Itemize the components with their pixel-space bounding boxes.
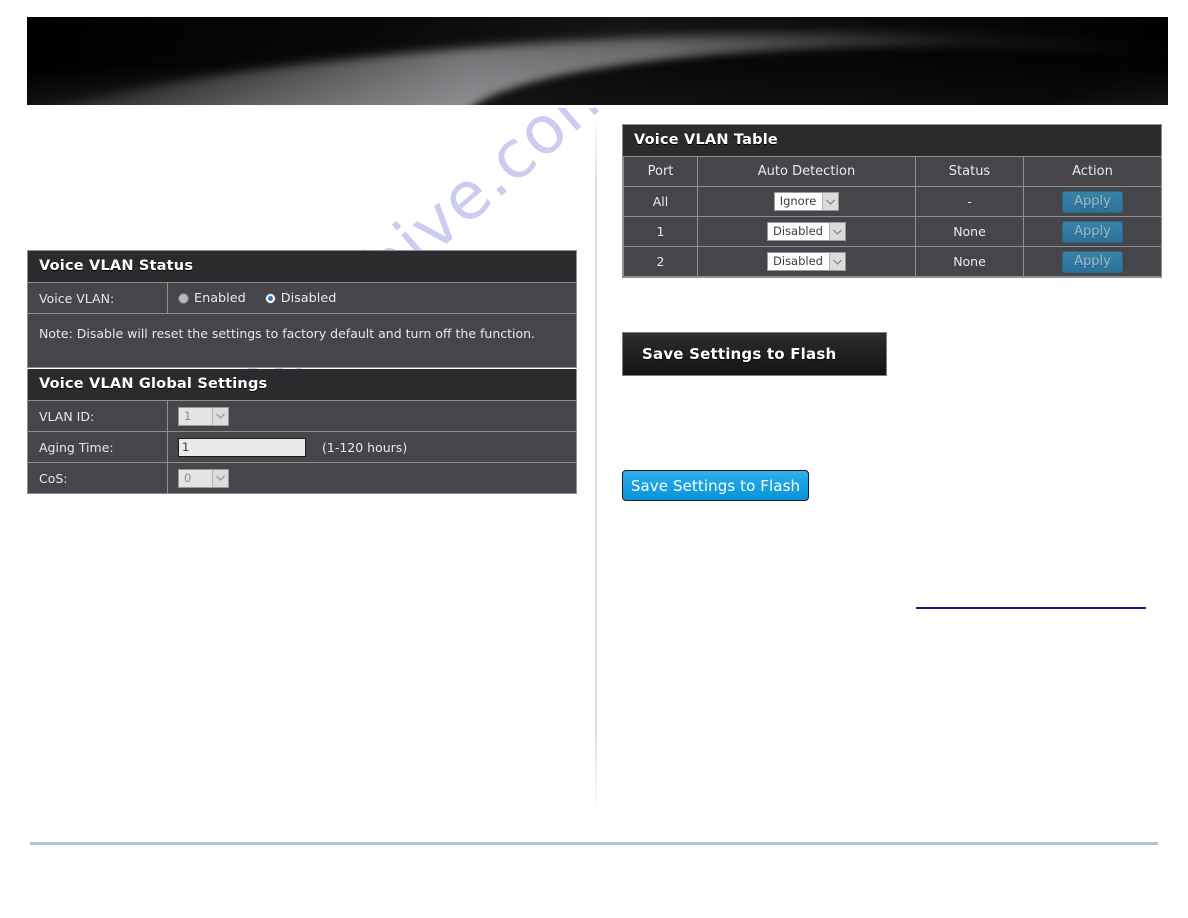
column-header-port: Port (623, 156, 698, 187)
vlan-id-label: VLAN ID: (28, 401, 168, 431)
voice-vlan-status-title: Voice VLAN Status (28, 251, 576, 282)
radio-disabled-label: Disabled (280, 290, 337, 306)
auto-detection-select-value: Ignore (779, 194, 817, 208)
apply-button[interactable]: Apply (1062, 220, 1123, 243)
voice-vlan-row: Voice VLAN: Enabled Disabled (28, 282, 576, 313)
cell-port: 1 (623, 216, 698, 247)
voice-vlan-table-title: Voice VLAN Table (623, 125, 1161, 156)
voice-vlan-label: Voice VLAN: (28, 283, 168, 313)
product-banner (27, 17, 1168, 105)
cell-auto-detection: Disabled (697, 216, 916, 247)
cell-status: None (915, 246, 1024, 277)
chevron-down-icon[interactable] (828, 253, 845, 270)
link-underline-rule (916, 607, 1146, 609)
vlan-id-select[interactable]: 1 (178, 406, 229, 426)
cell-auto-detection: Disabled (697, 246, 916, 277)
voice-vlan-global-settings-title: Voice VLAN Global Settings (28, 369, 576, 400)
radio-enabled[interactable]: Enabled (178, 291, 246, 306)
cos-value: 0 (168, 464, 576, 493)
chevron-down-icon[interactable] (822, 193, 839, 210)
column-divider (595, 110, 597, 815)
vlan-id-select-value: 1 (184, 408, 192, 423)
cell-port: All (623, 186, 698, 217)
cell-status: - (915, 186, 1024, 217)
save-settings-to-flash-blue-button[interactable]: Save Settings to Flash (622, 470, 809, 501)
save-settings-to-flash-dark-label: Save Settings to Flash (642, 345, 837, 363)
chevron-down-icon[interactable] (828, 223, 845, 240)
page-root: manualshive.com Voice VLAN Status Voice … (0, 0, 1188, 918)
column-header-auto-detection: Auto Detection (697, 156, 916, 187)
voice-vlan-table: Port Auto Detection Status Action All Ig… (623, 156, 1162, 277)
auto-detection-select[interactable]: Ignore (773, 192, 840, 211)
auto-detection-select-value: Disabled (773, 254, 823, 268)
cos-row: CoS: 0 (28, 462, 576, 493)
auto-detection-select[interactable]: Disabled (767, 252, 846, 271)
apply-button[interactable]: Apply (1062, 190, 1123, 213)
voice-vlan-table-panel: Voice VLAN Table Port Auto Detection Sta… (622, 124, 1162, 278)
aging-time-value: (1-120 hours) (168, 433, 576, 462)
cell-action: Apply (1023, 186, 1162, 217)
voice-vlan-status-panel: Voice VLAN Status Voice VLAN: Enabled Di… (27, 250, 577, 368)
radio-disabled[interactable]: Disabled (264, 290, 337, 306)
column-header-status: Status (915, 156, 1024, 187)
cell-action: Apply (1023, 216, 1162, 247)
auto-detection-select[interactable]: Disabled (767, 222, 846, 241)
table-row: 2 Disabled None Apply (623, 246, 1162, 277)
cos-label: CoS: (28, 463, 168, 493)
aging-time-input[interactable] (178, 437, 306, 457)
cell-port: 2 (623, 246, 698, 277)
cell-auto-detection: Ignore (697, 186, 916, 217)
radio-enabled-label: Enabled (194, 290, 246, 306)
chevron-down-icon[interactable] (212, 469, 228, 487)
table-row: 1 Disabled None Apply (623, 216, 1162, 247)
aging-time-row: Aging Time: (1-120 hours) (28, 431, 576, 462)
cell-action: Apply (1023, 246, 1162, 277)
voice-vlan-note: Note: Disable will reset the settings to… (28, 313, 576, 367)
cos-select[interactable]: 0 (178, 468, 229, 488)
column-header-action: Action (1023, 156, 1162, 187)
chevron-down-icon[interactable] (212, 407, 228, 425)
apply-button[interactable]: Apply (1062, 250, 1123, 273)
voice-vlan-global-settings-panel: Voice VLAN Global Settings VLAN ID: 1 Ag… (27, 369, 577, 494)
table-row: All Ignore - Apply (623, 186, 1162, 217)
aging-time-label: Aging Time: (28, 432, 168, 462)
cell-status: None (915, 216, 1024, 247)
table-header-row: Port Auto Detection Status Action (623, 156, 1162, 187)
aging-time-hint: (1-120 hours) (322, 439, 408, 455)
cos-select-value: 0 (184, 470, 192, 485)
voice-vlan-table-clip: Voice VLAN Table Port Auto Detection Sta… (622, 124, 1162, 283)
vlan-id-value: 1 (168, 402, 576, 431)
radio-disabled-dot[interactable] (264, 292, 276, 304)
voice-vlan-radio-group: Enabled Disabled (168, 286, 576, 311)
auto-detection-select-value: Disabled (773, 224, 823, 238)
save-settings-to-flash-dark-button[interactable]: Save Settings to Flash (622, 332, 887, 376)
save-settings-to-flash-blue-label: Save Settings to Flash (630, 476, 801, 495)
footer-rule (30, 842, 1158, 845)
radio-enabled-dot[interactable] (178, 292, 189, 304)
vlan-id-row: VLAN ID: 1 (28, 400, 576, 431)
